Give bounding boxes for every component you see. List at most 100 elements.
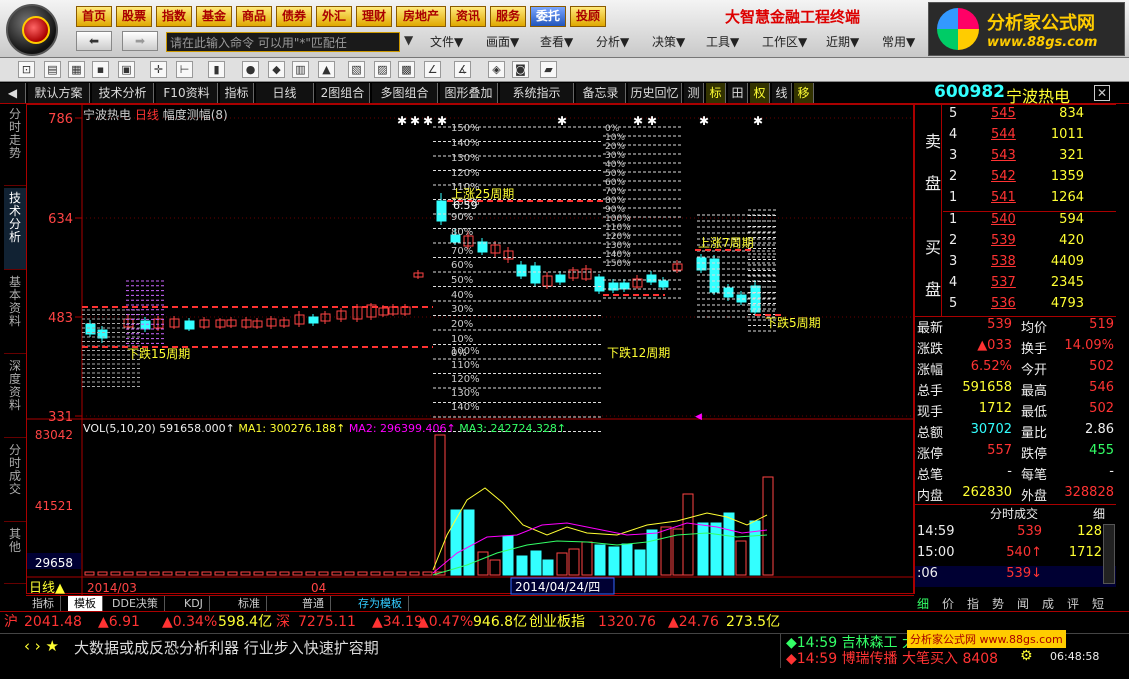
toolbar-tool-11-icon[interactable]: ▲: [318, 61, 335, 78]
nav-button-9[interactable]: 资讯: [450, 6, 486, 27]
tab-prev-icon[interactable]: ◀: [0, 83, 26, 103]
menu-item-8[interactable]: 常用▼: [882, 33, 915, 50]
nav-button-12[interactable]: 投顾: [570, 6, 606, 27]
command-dropdown-icon[interactable]: ▼: [404, 33, 413, 47]
buy-price[interactable]: 536: [991, 296, 1016, 311]
nav-button-7[interactable]: 理财: [356, 6, 392, 27]
forward-button[interactable]: ➡: [122, 31, 158, 51]
sell-price[interactable]: 544: [991, 127, 1016, 142]
toolbar-tool-9-icon[interactable]: ◆: [268, 61, 285, 78]
menu-item-5[interactable]: 工具▼: [706, 33, 739, 50]
settings-gear-icon[interactable]: ⚙: [1020, 648, 1033, 664]
toolbar-tool-4-icon[interactable]: ▣: [118, 61, 135, 78]
side-tab-4[interactable]: 分 时 成 交: [4, 440, 26, 522]
side-tab-2[interactable]: 基 本 资 料: [4, 272, 26, 354]
tab-2[interactable]: F10资料: [156, 83, 218, 103]
quote-tab-5[interactable]: 成: [1042, 595, 1054, 612]
menu-item-4[interactable]: 决策▼: [652, 33, 685, 50]
quote-tab-3[interactable]: 势: [992, 595, 1004, 612]
bottom-tab-0[interactable]: 指标: [26, 596, 61, 612]
quote-tab-2[interactable]: 指: [967, 595, 979, 612]
nav-button-8[interactable]: 房地产: [396, 6, 446, 27]
toolbar-tool-15-icon[interactable]: ∠: [424, 61, 441, 78]
tab-11[interactable]: 测: [684, 83, 704, 103]
toolbar-tool-1-icon[interactable]: ▤: [44, 61, 61, 78]
buy-price[interactable]: 538: [991, 254, 1016, 269]
menu-item-1[interactable]: 画面▼: [486, 33, 519, 50]
bottom-tab-6[interactable]: 存为模板: [352, 596, 409, 612]
toolbar-tool-5-icon[interactable]: ✛: [150, 61, 167, 78]
tab-16[interactable]: 移: [794, 83, 814, 103]
quote-tab-4[interactable]: 闻: [1017, 595, 1029, 612]
tab-9[interactable]: 备忘录: [576, 83, 626, 103]
kline-chart[interactable]: 786 634 483 331 83042 41521 29658 150% 140% 130% 1…: [26, 104, 915, 595]
quote-tab-6[interactable]: 评: [1067, 595, 1079, 612]
toolbar-tool-13-icon[interactable]: ▨: [374, 61, 391, 78]
tab-5[interactable]: 2图组合: [316, 83, 370, 103]
tab-15[interactable]: 线: [772, 83, 792, 103]
nav-button-2[interactable]: 指数: [156, 6, 192, 27]
alert-2[interactable]: ◆14:59 博瑞传播 大笔买入 8408: [786, 648, 998, 668]
toolbar-tool-18-icon[interactable]: ◙: [512, 61, 529, 78]
nav-button-10[interactable]: 服务: [490, 6, 526, 27]
tab-4[interactable]: 日线: [256, 83, 314, 103]
toolbar-tool-10-icon[interactable]: ▥: [292, 61, 309, 78]
nav-button-4[interactable]: 商品: [236, 6, 272, 27]
tab-3[interactable]: 指标: [220, 83, 254, 103]
toolbar-tool-3-icon[interactable]: ▪: [92, 61, 109, 78]
menu-item-0[interactable]: 文件▼: [430, 33, 463, 50]
bottom-tab-4[interactable]: 标准: [232, 596, 267, 612]
trades-scrollbar[interactable]: [1103, 524, 1115, 584]
toolbar-tool-14-icon[interactable]: ▩: [398, 61, 415, 78]
toolbar-tool-8-icon[interactable]: ●: [242, 61, 259, 78]
back-button[interactable]: ⬅: [76, 31, 112, 51]
sell-price[interactable]: 545: [991, 106, 1016, 121]
tab-14[interactable]: 权: [750, 83, 770, 103]
tab-7[interactable]: 图形叠加: [440, 83, 498, 103]
toolbar-tool-16-icon[interactable]: ∡: [454, 61, 471, 78]
command-input[interactable]: 请在此输入命令 可以用"*"匹配任: [166, 32, 400, 52]
close-icon[interactable]: ✕: [1094, 85, 1110, 101]
bottom-tab-1[interactable]: 模板: [68, 596, 103, 612]
trades-detail-button[interactable]: 细: [1093, 505, 1105, 522]
toolbar-tool-2-icon[interactable]: ▦: [68, 61, 85, 78]
side-tab-1[interactable]: 技 术 分 析: [4, 188, 26, 270]
tab-13[interactable]: 田: [728, 83, 748, 103]
bottom-tab-5[interactable]: 普通: [296, 596, 331, 612]
toolbar-tool-17-icon[interactable]: ◈: [488, 61, 505, 78]
nav-button-5[interactable]: 债券: [276, 6, 312, 27]
menu-item-7[interactable]: 近期▼: [826, 33, 859, 50]
news-headline[interactable]: 大数据或成反恐分析利器 行业步入快速扩容期: [74, 637, 379, 658]
app-logo[interactable]: [6, 4, 58, 56]
toolbar-tool-7-icon[interactable]: ▮: [208, 61, 225, 78]
nav-button-1[interactable]: 股票: [116, 6, 152, 27]
bottom-tab-2[interactable]: DDE决策: [106, 596, 165, 612]
quote-tab-1[interactable]: 价: [942, 595, 954, 612]
tab-1[interactable]: 技术分析: [92, 83, 154, 103]
toolbar-tool-0-icon[interactable]: ⊡: [18, 61, 35, 78]
side-tab-5[interactable]: 其 他: [4, 524, 26, 584]
nav-button-11[interactable]: 委托: [530, 6, 566, 27]
tab-8[interactable]: 系统指示: [500, 83, 574, 103]
menu-item-2[interactable]: 查看▼: [540, 33, 573, 50]
kline-chart-svg[interactable]: 786 634 483 331 83042 41521 29658 150% 140% 130% 1…: [27, 105, 915, 595]
buy-price[interactable]: 537: [991, 275, 1016, 290]
tab-12[interactable]: 标: [706, 83, 726, 103]
buy-price[interactable]: 539: [991, 233, 1016, 248]
toolbar-tool-19-icon[interactable]: ▰: [540, 61, 557, 78]
nav-button-3[interactable]: 基金: [196, 6, 232, 27]
toolbar-tool-6-icon[interactable]: ⊢: [176, 61, 193, 78]
news-nav-icon[interactable]: ‹ › ★: [24, 637, 59, 655]
nav-button-0[interactable]: 首页: [76, 6, 112, 27]
tab-10[interactable]: 历史回忆: [628, 83, 682, 103]
buy-price[interactable]: 540: [991, 212, 1016, 227]
bottom-tab-3[interactable]: KDJ: [178, 596, 210, 612]
quote-tab-0[interactable]: 细: [917, 595, 929, 612]
tab-0[interactable]: 默认方案: [28, 83, 90, 103]
sell-price[interactable]: 542: [991, 169, 1016, 184]
side-tab-3[interactable]: 深 度 资 料: [4, 356, 26, 438]
nav-button-6[interactable]: 外汇: [316, 6, 352, 27]
toolbar-tool-12-icon[interactable]: ▧: [348, 61, 365, 78]
menu-item-6[interactable]: 工作区▼: [762, 33, 807, 50]
quote-tab-7[interactable]: 短: [1092, 595, 1104, 612]
